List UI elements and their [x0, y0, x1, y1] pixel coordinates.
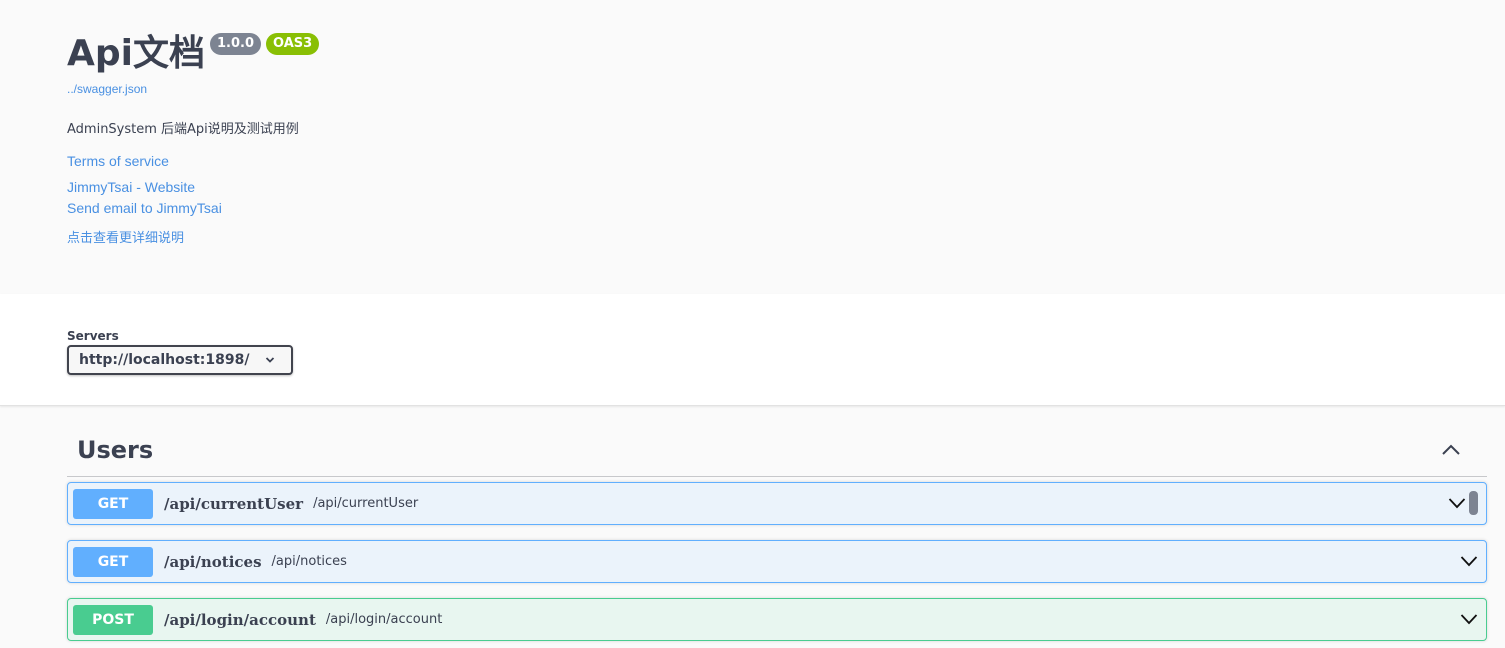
servers-section: Servers http://localhost:1898/	[0, 294, 1505, 406]
chevron-up-icon[interactable]	[1441, 442, 1461, 458]
method-badge: GET	[73, 488, 153, 519]
operation-summary: /api/login/account	[325, 612, 443, 627]
operation-path: /api/login/account	[164, 610, 316, 629]
operation-path: /api/currentUser	[164, 494, 304, 513]
operation-path: /api/notices	[164, 552, 262, 571]
method-badge: GET	[73, 546, 153, 577]
title-row: Api文档 1.0.0 OAS3	[67, 30, 320, 78]
operation-row[interactable]: POST /api/login/account /api/login/accou…	[67, 598, 1487, 641]
tag-title: Users	[77, 436, 154, 464]
operation-summary: /api/currentUser	[313, 496, 419, 511]
website-link[interactable]: JimmyTsai - Website	[67, 179, 195, 195]
page-title: Api文档	[67, 33, 205, 74]
tag-section-users: Users GET /api/currentUser /api/currentU…	[67, 424, 1487, 641]
version-badge: 1.0.0	[209, 33, 261, 55]
operation-row[interactable]: GET /api/notices /api/notices	[67, 540, 1487, 583]
spec-url-link[interactable]: ../swagger.json	[67, 82, 147, 96]
chevron-down-icon[interactable]	[1460, 555, 1478, 567]
terms-of-service-link[interactable]: Terms of service	[67, 153, 169, 169]
chevron-down-icon[interactable]	[1448, 497, 1466, 509]
api-description: AdminSystem 后端Api说明及测试用例	[67, 122, 299, 137]
lock-icon[interactable]	[1469, 491, 1478, 515]
method-badge: POST	[73, 604, 153, 635]
email-link[interactable]: Send email to JimmyTsai	[67, 200, 222, 216]
more-details-link[interactable]: 点击查看更详细说明	[67, 227, 184, 246]
server-select-value: http://localhost:1898/	[79, 352, 250, 368]
servers-label: Servers	[67, 329, 119, 343]
tag-header[interactable]: Users	[67, 424, 1487, 477]
operation-row[interactable]: GET /api/currentUser /api/currentUser	[67, 482, 1487, 525]
api-info: Api文档 1.0.0 OAS3 ../swagger.json AdminSy…	[0, 0, 1505, 294]
server-select[interactable]: http://localhost:1898/	[67, 345, 293, 375]
chevron-down-icon	[265, 357, 275, 363]
operation-summary: /api/notices	[271, 554, 347, 569]
oas-badge: OAS3	[266, 33, 320, 55]
chevron-down-icon[interactable]	[1460, 613, 1478, 625]
